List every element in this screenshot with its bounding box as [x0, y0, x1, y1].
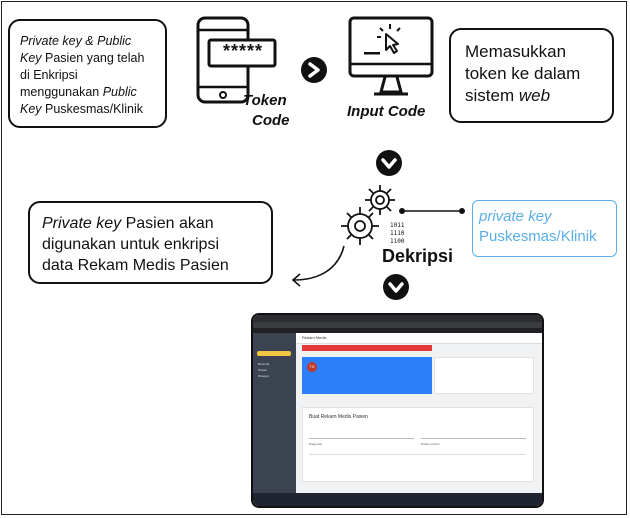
private-key-patient-box: Private key Pasien akan digunakan untuk …	[28, 201, 273, 284]
enter-token-box: Memasukkan token ke dalam sistem web	[449, 28, 614, 123]
encrypted-keys-line2: Pasien yang telah	[41, 51, 145, 65]
alert-bar	[302, 345, 432, 351]
clinic-private-key-line2: Puskesmas/Klinik	[479, 228, 597, 245]
diagnosis-field[interactable]: Diagnosis	[309, 432, 414, 446]
encrypted-keys-line3: di Enkripsi	[20, 68, 78, 82]
form-title: Buat Rekam Medis Pasien	[309, 414, 368, 420]
clinic-private-key-line1: private key	[479, 208, 552, 225]
info-card	[434, 357, 534, 394]
patient-card: TS	[302, 357, 432, 394]
private-key-patient-line2: digunakan untuk enkripsi	[42, 236, 220, 253]
avatar: TS	[307, 362, 317, 372]
app-sidebar: Beranda Pasien Riwayat	[253, 333, 296, 493]
form-card: Buat Rekam Medis Pasien Diagnosis Dokter…	[302, 407, 534, 482]
diagnosis-label: Diagnosis	[309, 442, 323, 446]
sidebar-item[interactable]: Beranda	[258, 362, 269, 366]
connector-line	[399, 208, 465, 214]
binary-bits-3: 1100	[390, 238, 405, 245]
encrypted-keys-public: Public	[102, 85, 137, 99]
private-key-patient-line1: Pasien akan	[121, 215, 214, 232]
private-key-patient-line3: data Rekam Medis Pasien	[42, 257, 229, 274]
notes-field[interactable]	[309, 448, 526, 455]
decrypt-label: Dekripsi	[382, 246, 454, 266]
doctor-field[interactable]: Dokter Umum	[421, 432, 526, 446]
token-label-line2: Code	[252, 112, 290, 129]
down-arrow-icon	[383, 274, 409, 300]
app-screenshot: Beranda Pasien Riwayat Rekam Medis TS Bu…	[251, 313, 544, 508]
browser-tabbar	[253, 315, 542, 322]
app-header: Rekam Medis	[296, 333, 542, 344]
binary-bits-2: 1110	[390, 230, 405, 237]
sidebar-item[interactable]: Pasien	[258, 368, 267, 372]
down-arrow-icon	[376, 150, 402, 176]
encrypted-keys-key2: Key	[20, 102, 42, 116]
taskbar	[253, 493, 542, 506]
sidebar-item[interactable]: Riwayat	[258, 374, 269, 378]
right-arrow-icon	[301, 57, 327, 83]
clinic-private-key-box: private key Puskesmas/Klinik	[472, 200, 617, 257]
binary-bits-1: 1011	[390, 222, 405, 229]
encrypted-keys-box: Private key & Public Key Pasien yang tel…	[8, 19, 167, 128]
enter-token-line2: token ke dalam	[465, 64, 581, 83]
app-title: Rekam Medis	[302, 335, 327, 340]
enter-token-web: web	[518, 86, 551, 105]
input-code-label: Input Code	[347, 103, 426, 120]
token-password: *****	[222, 41, 264, 61]
encrypted-keys-line5: Puskesmas/Klinik	[41, 102, 143, 116]
token-label-line1: Token	[243, 92, 287, 109]
encrypted-keys-key: Key	[20, 51, 42, 65]
doctor-label: Dokter Umum	[421, 442, 440, 446]
private-key-patient-key: Private key	[42, 215, 122, 232]
encrypted-keys-line4: menggunakan	[20, 85, 103, 99]
encrypted-keys-line1: Private key & Public	[20, 34, 132, 48]
monitor-icon	[346, 14, 438, 104]
enter-token-line1: Memasukkan	[465, 42, 567, 61]
new-record-button[interactable]	[257, 351, 291, 356]
enter-token-line3: sistem	[465, 86, 519, 105]
